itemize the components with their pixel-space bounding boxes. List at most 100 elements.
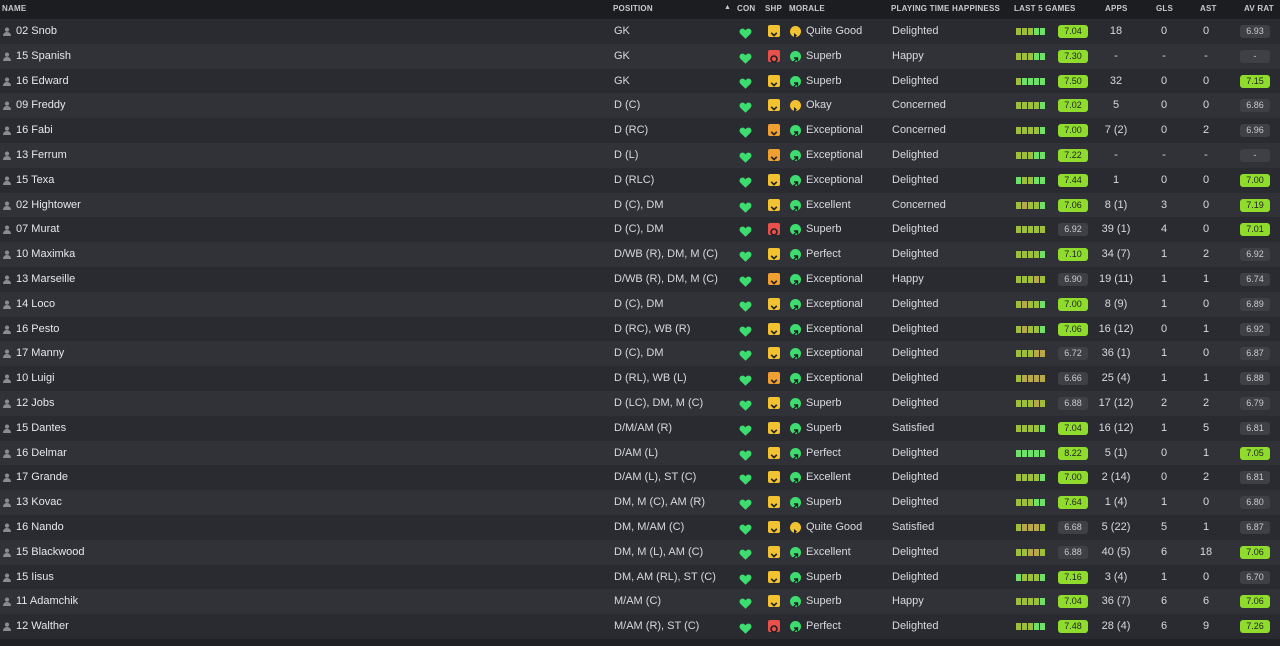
- player-name[interactable]: 15 Dantes: [16, 416, 66, 441]
- assists-value: 0: [1202, 347, 1210, 360]
- heart-icon: [739, 546, 752, 560]
- col-sharpness[interactable]: Shp: [765, 4, 782, 13]
- form-bar: [1022, 77, 1027, 85]
- form-bar: [1034, 350, 1039, 358]
- table-row[interactable]: 15 Texa D (RLC) Exceptional Delighted 7.44 1 0…: [0, 167, 1280, 193]
- col-goals[interactable]: Gls: [1156, 4, 1173, 13]
- table-row[interactable]: 16 Nando DM, M/AM (C) Quite Good Satisfied 6…: [0, 514, 1280, 540]
- table-row[interactable]: 17 Manny D (C), DM Exceptional Delighted 6.7…: [0, 341, 1280, 367]
- table-row[interactable]: 13 Kovac DM, M (C), AM (R) Superb Delighted…: [0, 490, 1280, 515]
- table-row[interactable]: 15 Spanish GK Superb Happy 7.30 - - - -: [0, 43, 1280, 69]
- sharpness-icon: [768, 173, 780, 186]
- person-icon: [3, 275, 11, 284]
- apps-value: 16 (12): [1098, 322, 1134, 335]
- player-name[interactable]: 16 Edward: [16, 69, 69, 94]
- avg-rating-badge: 6.79: [1240, 396, 1270, 410]
- form-bars: [1016, 127, 1045, 135]
- table-row[interactable]: 16 Delmar D/AM (L) Perfect Delighted 8.22 5 (…: [0, 440, 1280, 466]
- col-apps[interactable]: Apps: [1105, 4, 1128, 13]
- arrow-up-icon: [790, 546, 801, 559]
- table-row[interactable]: 12 Walther M/AM (R), ST (C) Perfect Delight…: [0, 614, 1280, 639]
- heart-icon: [739, 397, 752, 411]
- sharpness-icon: [768, 545, 780, 558]
- player-name[interactable]: 14 Loco: [16, 292, 55, 317]
- assists-value: 0: [1202, 25, 1210, 37]
- table-row[interactable]: 16 Edward GK Superb Delighted 7.50 32 0 0 7.15: [0, 68, 1280, 94]
- sharpness-icon: [768, 595, 780, 608]
- apps-value: 36 (1): [1101, 347, 1131, 360]
- assists-value: 18: [1199, 545, 1213, 558]
- goals-value: 1: [1160, 248, 1168, 261]
- apps-value: 25 (4): [1101, 372, 1131, 385]
- player-name[interactable]: 17 Grande: [16, 465, 68, 490]
- table-row[interactable]: 02 Hightower D (C), DM Excellent Concerned 7…: [0, 192, 1280, 218]
- form-bar: [1022, 623, 1027, 631]
- table-row[interactable]: 12 Jobs D (LC), DM, M (C) Superb Delighted 6…: [0, 390, 1280, 416]
- col-playing-time[interactable]: Playing Time Happiness: [891, 4, 1000, 13]
- form-bars: [1016, 201, 1045, 209]
- table-row[interactable]: 02 Snob GK Quite Good Delighted 7.04 18 0 0 6.93: [0, 19, 1280, 44]
- player-name[interactable]: 16 Nando: [16, 515, 64, 540]
- table-row[interactable]: 17 Grande D/AM (L), ST (C) Excellent Deligh…: [0, 465, 1280, 491]
- player-name[interactable]: 11 Adamchik: [16, 589, 78, 614]
- table-row[interactable]: 07 Murat D (C), DM Superb Delighted 6.92 39 (…: [0, 217, 1280, 243]
- form-bar: [1022, 375, 1027, 383]
- player-name[interactable]: 16 Delmar: [16, 441, 67, 466]
- col-position[interactable]: Position: [613, 4, 653, 13]
- sharpness-icon: [768, 372, 780, 385]
- player-name[interactable]: 15 Spanish: [16, 44, 71, 69]
- player-name[interactable]: 16 Fabi: [16, 118, 53, 143]
- table-row[interactable]: 15 Dantes D/M/AM (R) Superb Satisfied 7.04 16…: [0, 415, 1280, 441]
- player-name[interactable]: 15 Iisus: [16, 565, 54, 590]
- player-name[interactable]: 13 Ferrum: [16, 143, 67, 168]
- player-name[interactable]: 09 Freddy: [16, 93, 66, 118]
- player-name[interactable]: 17 Manny: [16, 341, 64, 366]
- table-row[interactable]: 15 Iisus DM, AM (RL), ST (C) Superb Delight…: [0, 564, 1280, 590]
- player-position: D (L): [614, 148, 639, 161]
- assists-value: 2: [1202, 248, 1210, 261]
- table-row[interactable]: 16 Fabi D (RC) Exceptional Concerned 7.00 7 (…: [0, 118, 1280, 143]
- avg-rating-badge: 6.92: [1240, 322, 1270, 336]
- table-row[interactable]: 14 Loco D (C), DM Exceptional Delighted 7.00…: [0, 291, 1280, 317]
- apps-value: 8 (1): [1104, 198, 1128, 211]
- col-name[interactable]: Name: [2, 4, 26, 13]
- form-bars: [1016, 176, 1045, 184]
- player-name[interactable]: 15 Blackwood: [16, 540, 85, 565]
- table-row[interactable]: 10 Maximka D/WB (R), DM, M (C) Perfect Deli…: [0, 242, 1280, 267]
- morale-value: Exceptional: [806, 372, 863, 385]
- col-condition[interactable]: Con: [737, 4, 755, 13]
- assists-value: 6: [1202, 595, 1210, 608]
- form-bar: [1040, 226, 1045, 234]
- morale-value: Superb: [806, 595, 842, 608]
- form-bar: [1028, 251, 1033, 259]
- table-row[interactable]: 10 Luigi D (RL), WB (L) Exceptional Delight…: [0, 366, 1280, 391]
- apps-value: 18: [1109, 25, 1123, 37]
- player-name[interactable]: 02 Hightower: [16, 193, 81, 218]
- player-name[interactable]: 16 Pesto: [16, 317, 59, 342]
- goals-value: 5: [1160, 520, 1168, 533]
- player-name[interactable]: 10 Maximka: [16, 242, 75, 267]
- player-name[interactable]: 02 Snob: [16, 19, 57, 44]
- table-row[interactable]: 11 Adamchik M/AM (C) Superb Happy 7.04 36 (7)…: [0, 589, 1280, 615]
- player-name[interactable]: 15 Texa: [16, 168, 54, 193]
- player-name[interactable]: 13 Marseille: [16, 267, 75, 292]
- table-row[interactable]: 13 Ferrum D (L) Exceptional Delighted 7.22 - -…: [0, 142, 1280, 168]
- table-row[interactable]: 09 Freddy D (C) Okay Concerned 7.02 5 0 0 6.86: [0, 93, 1280, 119]
- player-name[interactable]: 07 Murat: [16, 217, 59, 242]
- player-position: D (LC), DM, M (C): [614, 396, 704, 409]
- table-row[interactable]: 16 Pesto D (RC), WB (R) Exceptional Delight…: [0, 316, 1280, 342]
- player-name[interactable]: 12 Walther: [16, 614, 69, 639]
- player-name[interactable]: 10 Luigi: [16, 366, 55, 391]
- col-last5[interactable]: Last 5 Games: [1014, 4, 1076, 13]
- table-row[interactable]: 15 Blackwood DM, M (L), AM (C) Excellent De…: [0, 539, 1280, 565]
- col-avg-rating[interactable]: Av Rat: [1244, 4, 1274, 13]
- player-name[interactable]: 13 Kovac: [16, 490, 62, 515]
- col-morale[interactable]: Morale: [789, 4, 825, 13]
- table-row[interactable]: 13 Marseille D/WB (R), DM, M (C) Exception…: [0, 266, 1280, 292]
- form-bar: [1034, 523, 1039, 531]
- player-name[interactable]: 12 Jobs: [16, 391, 55, 416]
- last5-rating-badge: 7.04: [1058, 595, 1088, 609]
- morale-value: Perfect: [806, 446, 841, 459]
- col-assists[interactable]: Ast: [1200, 4, 1217, 13]
- goals-value: -: [1162, 148, 1166, 161]
